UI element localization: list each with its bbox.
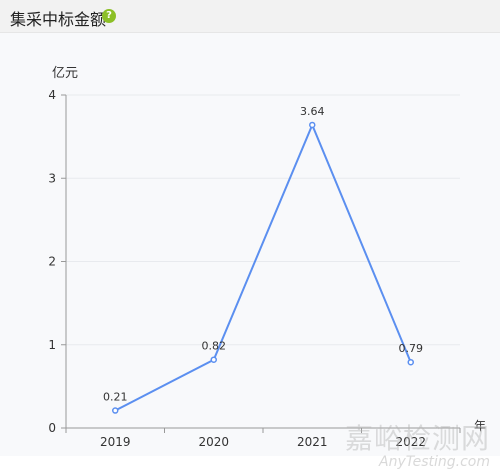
data-point[interactable]: [407, 358, 414, 366]
watermark-en: AnyTesting.com: [379, 454, 490, 470]
watermark: 嘉峪检测网 AnyTesting.com: [344, 422, 490, 470]
x-tick-label: 2021: [297, 435, 328, 449]
chart-area: 0 1 2 3 4 2019 2020 2021 2022 0.21 0.82 3.64 0.79 亿…: [0, 33, 500, 469]
y-tick-label: 0: [48, 421, 56, 435]
series-line: [114, 122, 412, 412]
y-tick-label: 2: [48, 255, 56, 269]
data-label: 0.82: [202, 340, 227, 353]
y-axis-label: 亿元: [52, 66, 78, 81]
data-point[interactable]: [309, 121, 316, 129]
data-label: 3.64: [300, 105, 325, 118]
data-point[interactable]: [210, 356, 217, 363]
x-tick-label: 2019: [100, 435, 131, 449]
y-tick-label: 1: [48, 338, 56, 352]
line-chart: 012342019 2020 2021 2022 0.210.823.640.79 亿…: [48, 66, 486, 449]
help-icon[interactable]: ?: [102, 9, 116, 23]
data-point[interactable]: [112, 407, 119, 414]
watermark-cn: 嘉峪检测网: [344, 422, 490, 455]
panel-title: 集采中标金额: [10, 10, 107, 29]
x-tick-label: 2020: [198, 435, 229, 449]
data-label: 0.79: [399, 342, 424, 355]
panel-header: 集采中标金额 ?: [0, 0, 500, 33]
y-tick-label: 4: [48, 88, 56, 102]
y-tick-label: 3: [48, 171, 56, 185]
data-label: 0.21: [103, 391, 128, 404]
